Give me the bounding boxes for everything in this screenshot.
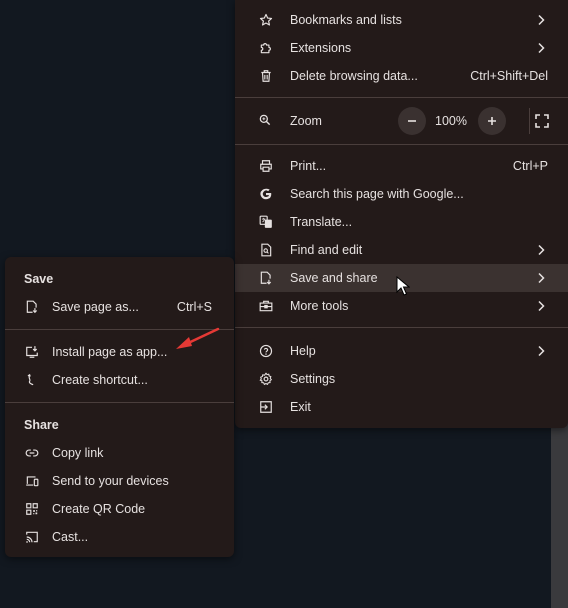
toolbox-icon [258, 298, 274, 314]
chevron-right-icon [536, 300, 546, 312]
submenu-item-label: Send to your devices [52, 474, 169, 488]
menu-item-label: Extensions [290, 41, 352, 55]
shortcut-icon [24, 372, 40, 388]
star-icon [258, 12, 274, 28]
menu-item-label: Settings [290, 372, 336, 386]
menu-item-label: Save and share [290, 271, 378, 285]
link-icon [24, 445, 40, 461]
save-page-icon [24, 299, 40, 315]
section-title-share: Share [24, 418, 59, 432]
menu-item-translate[interactable]: Translate... [235, 208, 568, 236]
zoom-magnifier-icon [258, 113, 274, 129]
menu-item-label: Help [290, 344, 316, 358]
translate-icon [258, 214, 274, 230]
fullscreen-icon [535, 114, 549, 128]
menu-divider [235, 327, 568, 328]
gear-icon [258, 371, 274, 387]
zoom-level-value: 100% [435, 114, 467, 128]
submenu-divider [5, 402, 234, 403]
find-icon [258, 242, 274, 258]
save-share-icon [258, 270, 274, 286]
submenu-item-save-page-as[interactable]: Save page as... Ctrl+S [5, 293, 234, 321]
printer-icon [258, 158, 274, 174]
submenu-item-label: Create shortcut... [52, 373, 148, 387]
chevron-right-icon [536, 42, 546, 54]
chevron-right-icon [536, 244, 546, 256]
zoom-row: Zoom 100% [235, 106, 568, 136]
menu-item-search-with-google[interactable]: Search this page with Google... [235, 180, 568, 208]
menu-item-label: Translate... [290, 215, 353, 229]
menu-item-label: Delete browsing data... [290, 69, 418, 83]
help-icon [258, 343, 274, 359]
page-scrollbar-area [551, 420, 568, 608]
submenu-item-label: Cast... [52, 530, 89, 544]
submenu-item-label: Install page as app... [52, 345, 168, 359]
menu-item-print[interactable]: Print... Ctrl+P [235, 152, 568, 180]
annotation-arrow-icon [172, 326, 222, 352]
chevron-right-icon [536, 272, 546, 284]
submenu-item-cast[interactable]: Cast... [5, 523, 234, 551]
shortcut-text: Ctrl+Shift+Del [470, 69, 548, 83]
zoom-in-button[interactable] [478, 107, 506, 135]
install-app-icon [24, 344, 40, 360]
menu-item-label: Bookmarks and lists [290, 13, 402, 27]
menu-item-label: Exit [290, 400, 311, 414]
section-title-save: Save [24, 272, 54, 286]
submenu-item-send-to-devices[interactable]: Send to your devices [5, 467, 234, 495]
menu-item-more-tools[interactable]: More tools [235, 292, 568, 320]
menu-item-label: Print... [290, 159, 327, 173]
menu-item-bookmarks[interactable]: Bookmarks and lists [235, 6, 568, 34]
chevron-right-icon [536, 345, 546, 357]
menu-divider [235, 144, 568, 145]
chevron-right-icon [536, 14, 546, 26]
submenu-item-create-shortcut[interactable]: Create shortcut... [5, 366, 234, 394]
exit-icon [258, 399, 274, 415]
qr-code-icon [24, 501, 40, 517]
menu-item-help[interactable]: Help [235, 337, 568, 365]
devices-icon [24, 473, 40, 489]
menu-item-label: More tools [290, 299, 349, 313]
browser-main-menu: Bookmarks and lists Extensions Delete br… [235, 0, 568, 428]
google-icon [258, 186, 274, 202]
fullscreen-button[interactable] [528, 107, 556, 135]
puzzle-icon [258, 40, 274, 56]
shortcut-text: Ctrl+P [512, 159, 548, 173]
menu-item-label: Find and edit [290, 243, 363, 257]
shortcut-text: Ctrl+S [176, 300, 212, 314]
menu-item-find-and-edit[interactable]: Find and edit [235, 236, 568, 264]
menu-item-extensions[interactable]: Extensions [235, 34, 568, 62]
save-and-share-submenu: Save Save page as... Ctrl+S Install page… [5, 257, 234, 557]
mouse-cursor-icon [396, 276, 410, 296]
submenu-item-label: Save page as... [52, 300, 139, 314]
submenu-item-label: Copy link [52, 446, 104, 460]
submenu-item-copy-link[interactable]: Copy link [5, 439, 234, 467]
zoom-label: Zoom [290, 114, 322, 128]
submenu-item-create-qr-code[interactable]: Create QR Code [5, 495, 234, 523]
cast-icon [24, 529, 40, 545]
menu-item-label: Search this page with Google... [290, 187, 464, 201]
submenu-item-label: Create QR Code [52, 502, 146, 516]
menu-item-exit[interactable]: Exit [235, 393, 568, 421]
zoom-out-button[interactable] [398, 107, 426, 135]
menu-item-settings[interactable]: Settings [235, 365, 568, 393]
menu-divider [235, 97, 568, 98]
trash-icon [258, 68, 274, 84]
menu-item-delete-browsing-data[interactable]: Delete browsing data... Ctrl+Shift+Del [235, 62, 568, 90]
